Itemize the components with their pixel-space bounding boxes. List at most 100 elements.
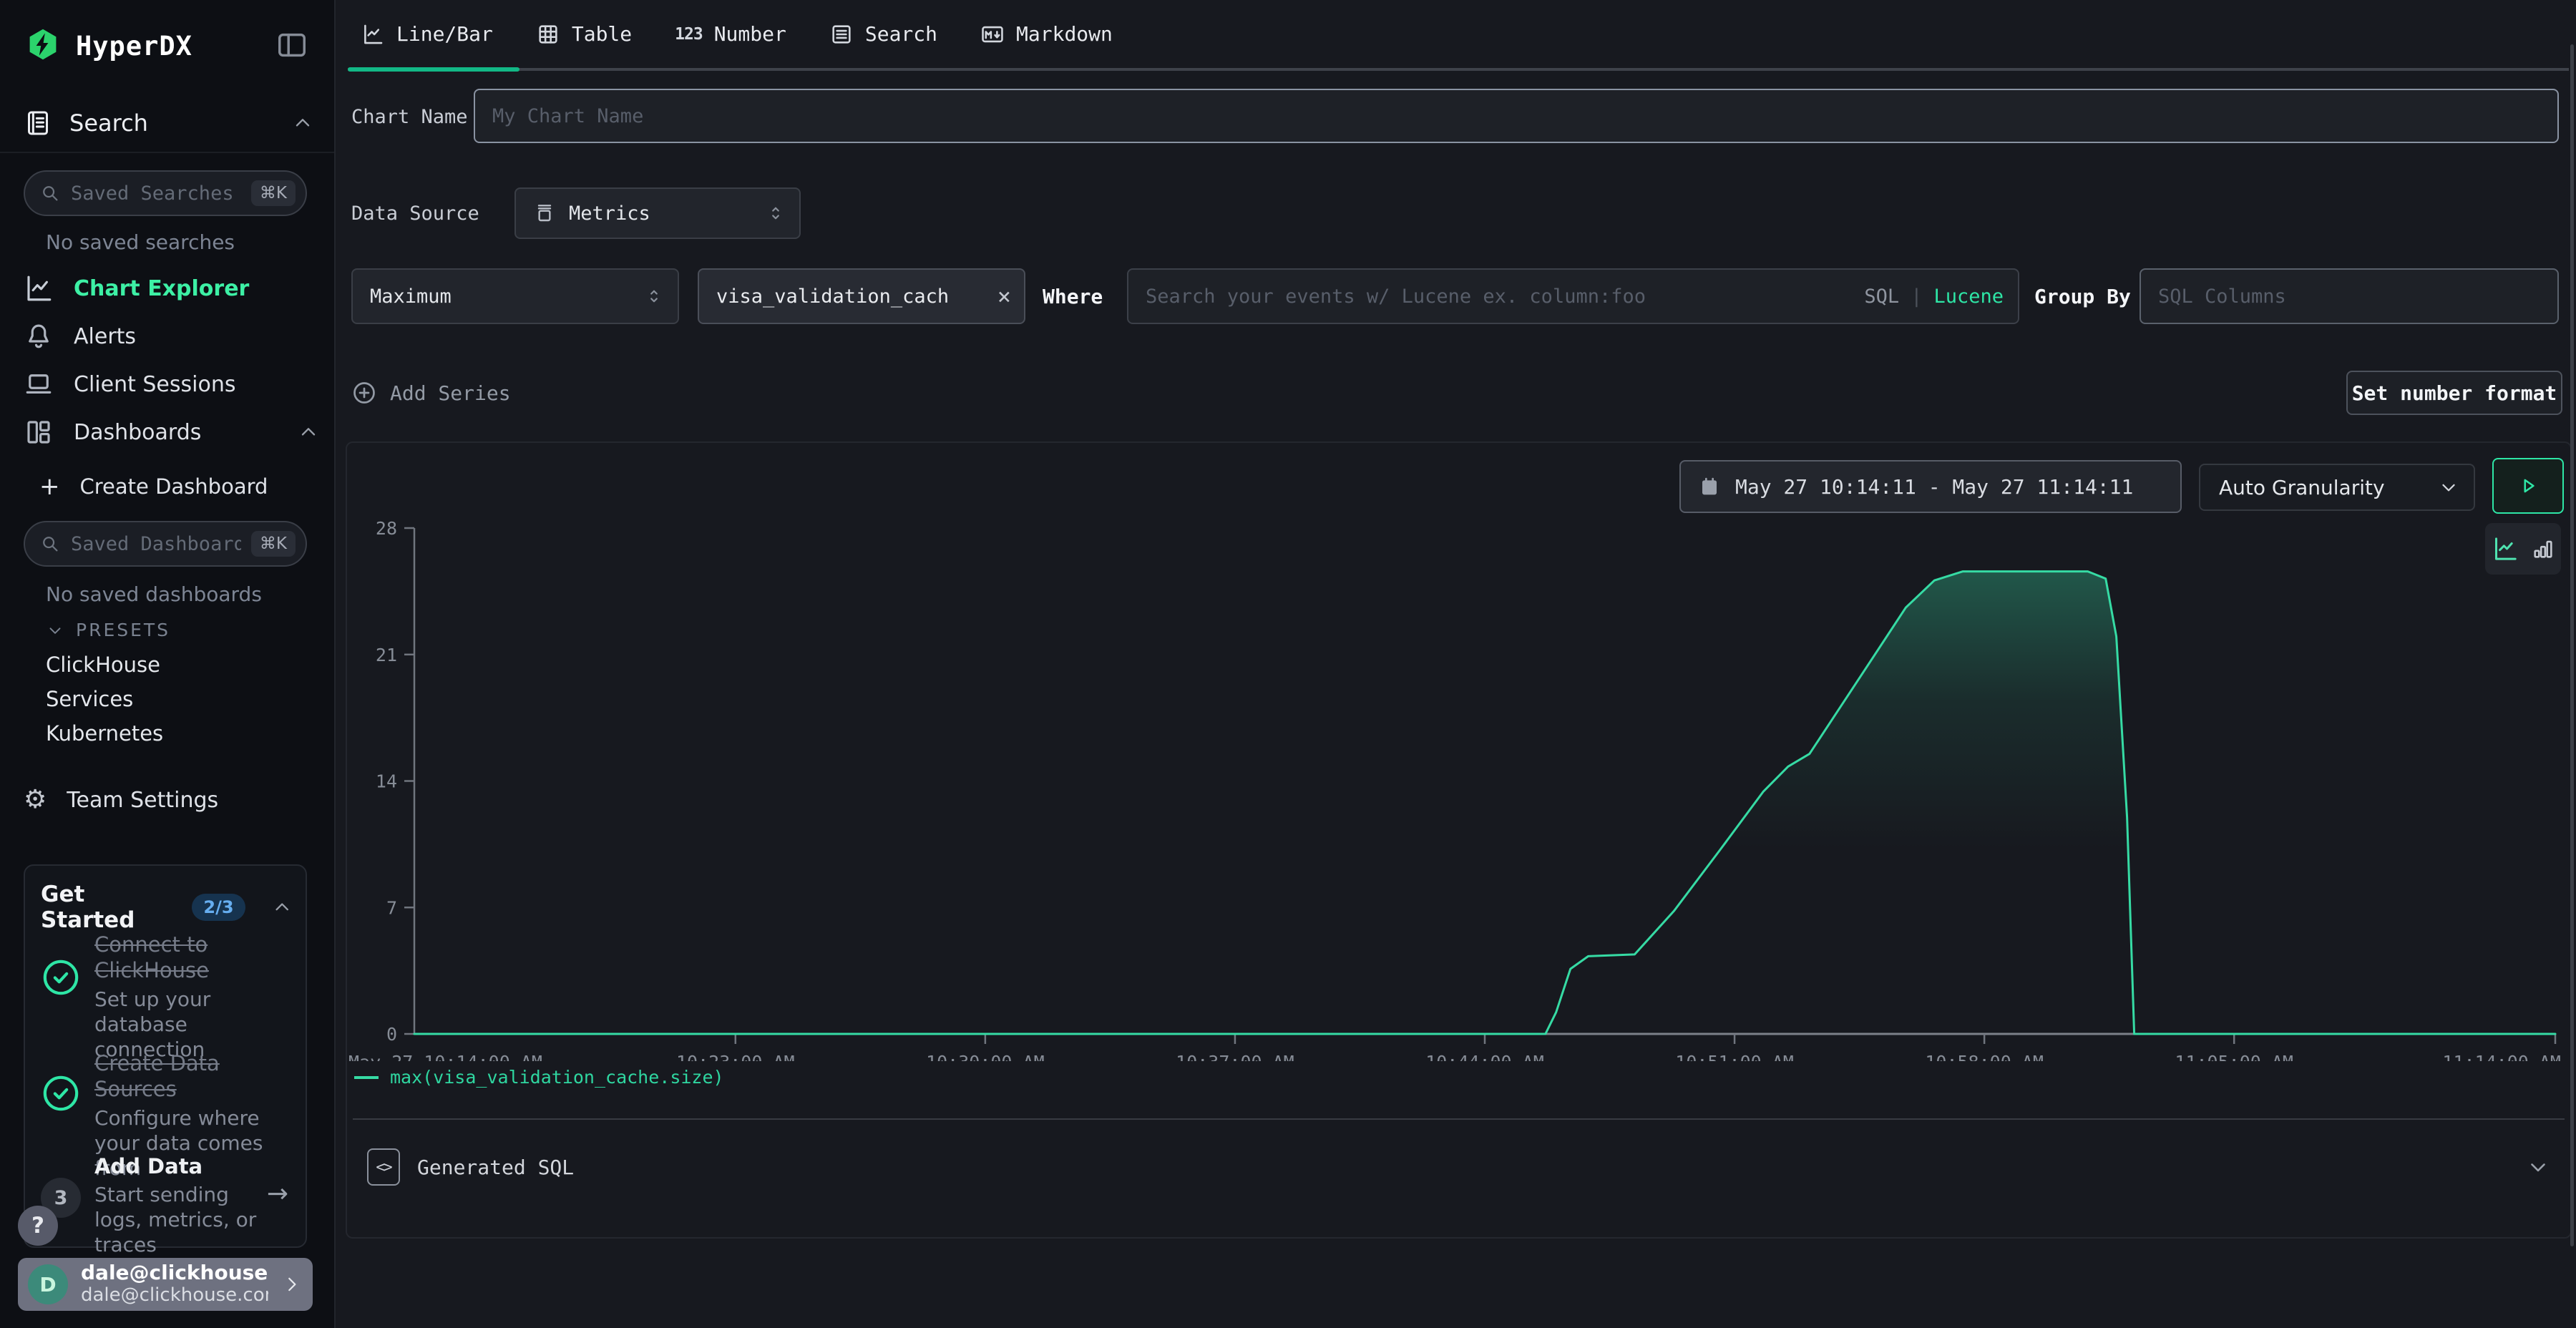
chart-canvas: 07142128May 27 10:14:00 AM10:23:00 AM10:…	[347, 503, 2570, 1061]
shortcut-badge: ⌘K	[251, 531, 296, 557]
preset-kubernetes[interactable]: Kubernetes	[46, 721, 163, 746]
sidebar-item-alerts[interactable]: Alerts	[24, 321, 320, 351]
arrow-right-icon[interactable]: →	[267, 1179, 288, 1209]
svg-text:10:23:00 AM: 10:23:00 AM	[676, 1052, 795, 1061]
toggle-divider: |	[1911, 285, 1922, 308]
close-icon[interactable]: ×	[997, 285, 1011, 308]
check-circle-icon	[41, 1073, 81, 1113]
tab-label: Table	[572, 22, 632, 46]
generated-sql-row[interactable]: <> Generated SQL	[367, 1131, 2550, 1203]
chart-name-input[interactable]	[474, 89, 2559, 143]
sidebar-item-team-settings[interactable]: ⚙ Team Settings	[24, 787, 320, 813]
create-dashboard-button[interactable]: + Create Dashboard	[39, 472, 320, 501]
scrollbar[interactable]	[2570, 44, 2574, 1246]
get-started-title: Get Started	[41, 882, 179, 933]
search-icon	[39, 182, 61, 204]
data-source-select[interactable]: Metrics	[514, 187, 801, 239]
get-started-item[interactable]: Add Data Start sending logs, metrics, or…	[94, 1153, 273, 1257]
calendar-icon	[1698, 475, 1721, 498]
tab-table[interactable]: Table	[536, 22, 632, 47]
sidebar-item-chart-explorer[interactable]: Chart Explorer	[24, 273, 320, 303]
user-subtitle: dale@clickhouse.com's	[81, 1284, 268, 1307]
sidebar: HyperDX Search ⌘K No saved searches Char…	[0, 0, 336, 1328]
bell-icon	[24, 321, 54, 351]
laptop-icon	[24, 369, 54, 399]
svg-text:10:37:00 AM: 10:37:00 AM	[1176, 1052, 1294, 1061]
step-title: Create Data Sources	[94, 1050, 273, 1103]
chevron-down-icon	[2438, 477, 2459, 498]
data-source-value: Metrics	[569, 202, 650, 225]
sidebar-section-search-label: Search	[69, 109, 148, 137]
active-tab-underline	[348, 67, 519, 72]
panel-divider	[353, 1118, 2565, 1120]
get-started-item[interactable]: Connect to ClickHouse Set up your databa…	[94, 932, 273, 1062]
svg-text:10:30:00 AM: 10:30:00 AM	[926, 1052, 1045, 1061]
progress-badge: 2/3	[192, 894, 245, 921]
saved-searches-input[interactable]	[71, 182, 241, 205]
aggregation-select[interactable]: Maximum	[351, 268, 679, 324]
svg-text:May 27 10:14:00 AM: May 27 10:14:00 AM	[348, 1052, 542, 1061]
help-button[interactable]: ?	[18, 1206, 58, 1246]
plus-circle-icon	[351, 380, 377, 406]
add-series-button[interactable]: Add Series	[351, 371, 511, 415]
sidebar-item-label: Client Sessions	[74, 372, 235, 397]
no-saved-searches-text: No saved searches	[46, 230, 235, 254]
sidebar-item-dashboards[interactable]: Dashboards	[24, 417, 320, 447]
svg-text:10:51:00 AM: 10:51:00 AM	[1675, 1052, 1794, 1061]
svg-text:14: 14	[376, 771, 397, 792]
add-series-label: Add Series	[390, 381, 511, 405]
sidebar-collapse-icon[interactable]	[275, 29, 308, 62]
group-by-input[interactable]	[2140, 268, 2559, 324]
chevron-up-icon	[297, 421, 320, 444]
chart-legend[interactable]: max(visa_validation_cache.size)	[354, 1067, 724, 1088]
user-email: dale@clickhouse.com	[81, 1262, 268, 1284]
user-menu[interactable]: D dale@clickhouse.com dale@clickhouse.co…	[18, 1258, 313, 1311]
svg-text:21: 21	[376, 645, 397, 665]
create-dashboard-label: Create Dashboard	[80, 474, 268, 499]
logo[interactable]: HyperDX	[26, 27, 192, 64]
query-language-toggle: SQL | Lucene	[1864, 268, 2004, 324]
app-root: HyperDX Search ⌘K No saved searches Char…	[0, 0, 2576, 1328]
saved-searches-search[interactable]: ⌘K	[24, 170, 307, 216]
tabbar-divider	[348, 68, 2569, 71]
presets-toggle[interactable]: PRESETS	[46, 620, 170, 640]
chart-panel: May 27 10:14:11 - May 27 11:14:11 Auto G…	[346, 441, 2572, 1239]
set-number-format-button[interactable]: Set number format	[2346, 371, 2562, 415]
shortcut-badge: ⌘K	[251, 180, 296, 206]
sidebar-item-label: Alerts	[74, 324, 136, 349]
svg-text:28: 28	[376, 518, 397, 539]
saved-dashboards-input[interactable]	[71, 533, 241, 555]
chevron-down-icon	[2526, 1155, 2550, 1179]
journal-icon	[24, 109, 52, 137]
select-chevrons-icon	[643, 285, 665, 307]
tab-markdown[interactable]: Markdown	[980, 22, 1113, 47]
main-content: Line/Bar Table 123 Number Search Markdow…	[337, 0, 2576, 1328]
chevron-up-icon[interactable]	[271, 896, 293, 919]
sql-toggle[interactable]: SQL	[1864, 285, 1899, 308]
chevron-up-icon	[291, 112, 314, 135]
metric-select[interactable]: visa_validation_cach ×	[698, 268, 1025, 324]
sidebar-item-label: Dashboards	[74, 420, 201, 445]
chevron-right-icon	[281, 1274, 303, 1295]
svg-text:11:14:00 AM: 11:14:00 AM	[2442, 1052, 2561, 1061]
sidebar-item-client-sessions[interactable]: Client Sessions	[24, 369, 320, 399]
group-by-label: Group By	[2034, 285, 2131, 308]
step-title: Connect to ClickHouse	[94, 932, 273, 984]
step-title: Add Data	[94, 1153, 273, 1179]
preset-clickhouse[interactable]: ClickHouse	[46, 653, 160, 677]
lucene-toggle[interactable]: Lucene	[1933, 285, 2004, 308]
avatar: D	[28, 1264, 68, 1304]
svg-text:10:58:00 AM: 10:58:00 AM	[1925, 1052, 2044, 1061]
sidebar-section-search[interactable]: Search	[24, 109, 314, 137]
preset-services[interactable]: Services	[46, 687, 133, 711]
chart-type-tabbar: Line/Bar Table 123 Number Search Markdow…	[337, 0, 2576, 72]
tab-search[interactable]: Search	[829, 22, 937, 47]
svg-text:7: 7	[386, 897, 397, 918]
legend-line-swatch	[354, 1076, 379, 1079]
tab-line-bar[interactable]: Line/Bar	[361, 22, 493, 47]
svg-text:11:05:00 AM: 11:05:00 AM	[2175, 1052, 2293, 1061]
step-desc: Start sending logs, metrics, or traces	[94, 1182, 273, 1257]
saved-dashboards-search[interactable]: ⌘K	[24, 521, 307, 567]
tab-number[interactable]: 123 Number	[675, 22, 786, 46]
tab-label: Markdown	[1016, 22, 1113, 46]
